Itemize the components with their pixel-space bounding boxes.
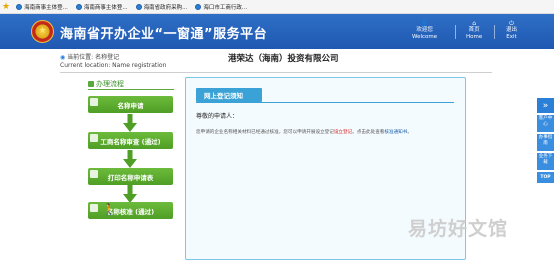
favorite-link-label: 海南商事主体登...	[24, 4, 68, 11]
home-icon: ⌂	[472, 20, 477, 27]
ie-page-icon	[135, 3, 142, 10]
download-button[interactable]: 业务下载	[537, 153, 554, 170]
notice-text-end: 。	[407, 130, 412, 135]
customer-center-button[interactable]: 客户中心	[537, 115, 554, 132]
service-guide-button[interactable]: 办事指南	[537, 134, 554, 151]
down-arrow-icon	[123, 150, 137, 168]
process-step-review[interactable]: 工商名称审查 (通过)	[88, 132, 173, 149]
notice-tab[interactable]: 网上登记须知	[196, 88, 262, 102]
power-icon: ⏻	[509, 20, 514, 27]
favorites-star-icon[interactable]: ★	[2, 0, 10, 14]
step-check-icon	[90, 204, 98, 212]
process-tab-label: 办理流程	[96, 80, 124, 88]
process-step-approved[interactable]: 🚶 名称核准 (通过)	[88, 202, 173, 219]
side-expand-button[interactable]: »	[537, 98, 554, 113]
notice-tab-underline	[196, 102, 454, 103]
notice-text-before: 您申请的企业名称相关材料已经通过核准，您可以申请开展设立登记	[196, 130, 334, 135]
national-emblem-logo: ★	[31, 20, 54, 43]
approval-notice-link[interactable]: 核准通知书	[384, 130, 407, 135]
location-cn: 当前位置: 名称登记	[67, 54, 120, 61]
user-icon: 👤	[420, 20, 429, 27]
step-check-icon	[90, 98, 98, 106]
down-arrow-icon	[123, 185, 137, 203]
step-label: 打印名称申请表	[107, 173, 154, 182]
walking-person-icon: 🚶	[102, 203, 116, 216]
ie-page-icon	[75, 3, 82, 10]
step-label: 名称申请	[117, 101, 144, 110]
breadcrumb: ◉ 当前位置: 名称登记 Current location: Name regi…	[60, 54, 166, 70]
favorite-link[interactable]: 海口市工商行政...	[193, 1, 249, 12]
favorite-link[interactable]: 海南省政府采购...	[134, 1, 190, 12]
favorite-link-label: 海南省政府采购...	[143, 4, 188, 11]
header-divider-line	[60, 72, 492, 73]
notice-greeting: 尊敬的申请人：	[196, 113, 239, 120]
process-tab-icon	[88, 81, 94, 87]
notice-text-middle: 。点击此处查看	[352, 130, 385, 135]
side-toolbar: » 客户中心 办事指南 业务下载 TOP	[537, 98, 554, 183]
watermark: 易坊好文馆	[408, 218, 509, 240]
location-en: Current location: Name registration	[60, 62, 167, 69]
setup-registration-link[interactable]: 设立登记	[334, 130, 352, 135]
step-label: 工商名称审查 (通过)	[100, 137, 161, 146]
header-divider	[455, 25, 456, 39]
location-pin-icon: ◉	[60, 54, 66, 61]
step-check-icon	[90, 134, 98, 142]
back-to-top-button[interactable]: TOP	[537, 172, 554, 183]
header-divider	[494, 25, 495, 39]
home-link[interactable]: ⌂ 首页 Home	[466, 20, 482, 41]
process-step-print[interactable]: 打印名称申请表	[88, 168, 173, 185]
site-header: ★ 海南省开办企业“一窗通”服务平台 👤 欢迎您 Welcome ⌂ 首页 Ho…	[0, 14, 554, 49]
exit-link[interactable]: ⏻ 退出 Exit	[506, 20, 517, 41]
step-check-icon	[90, 170, 98, 178]
process-tab[interactable]: 办理流程	[88, 79, 124, 89]
home-cn-label: 首页	[468, 27, 480, 33]
company-name: 港荣达（海南）投资有限公司	[228, 54, 339, 64]
notice-text: 您申请的企业名称相关材料已经通过核准，您可以申请开展设立登记设立登记。点击此处查…	[196, 129, 412, 135]
ie-page-icon	[16, 3, 23, 10]
site-title: 海南省开办企业“一窗通”服务平台	[60, 27, 268, 42]
exit-en-label: Exit	[506, 34, 517, 40]
welcome-cn-label: 欢迎您	[416, 27, 433, 33]
ie-page-icon	[195, 3, 202, 10]
process-step-name-apply[interactable]: 名称申请	[88, 96, 173, 113]
favorite-link[interactable]: 海南商事主体登...	[14, 1, 70, 12]
welcome-user: 👤 欢迎您 Welcome	[412, 20, 437, 41]
favorites-bar: ★ 海南商事主体登... 海南商事主体登... 海南省政府采购... 海口市工商…	[0, 0, 554, 14]
favorite-link-label: 海南商事主体登...	[83, 4, 128, 11]
process-tab-underline	[88, 89, 174, 90]
welcome-en-label: Welcome	[412, 34, 438, 40]
home-en-label: Home	[466, 34, 483, 40]
favorite-link-label: 海口市工商行政...	[203, 4, 248, 11]
favorite-link[interactable]: 海南商事主体登...	[74, 1, 130, 12]
down-arrow-icon	[123, 114, 137, 132]
exit-cn-label: 退出	[506, 27, 518, 33]
